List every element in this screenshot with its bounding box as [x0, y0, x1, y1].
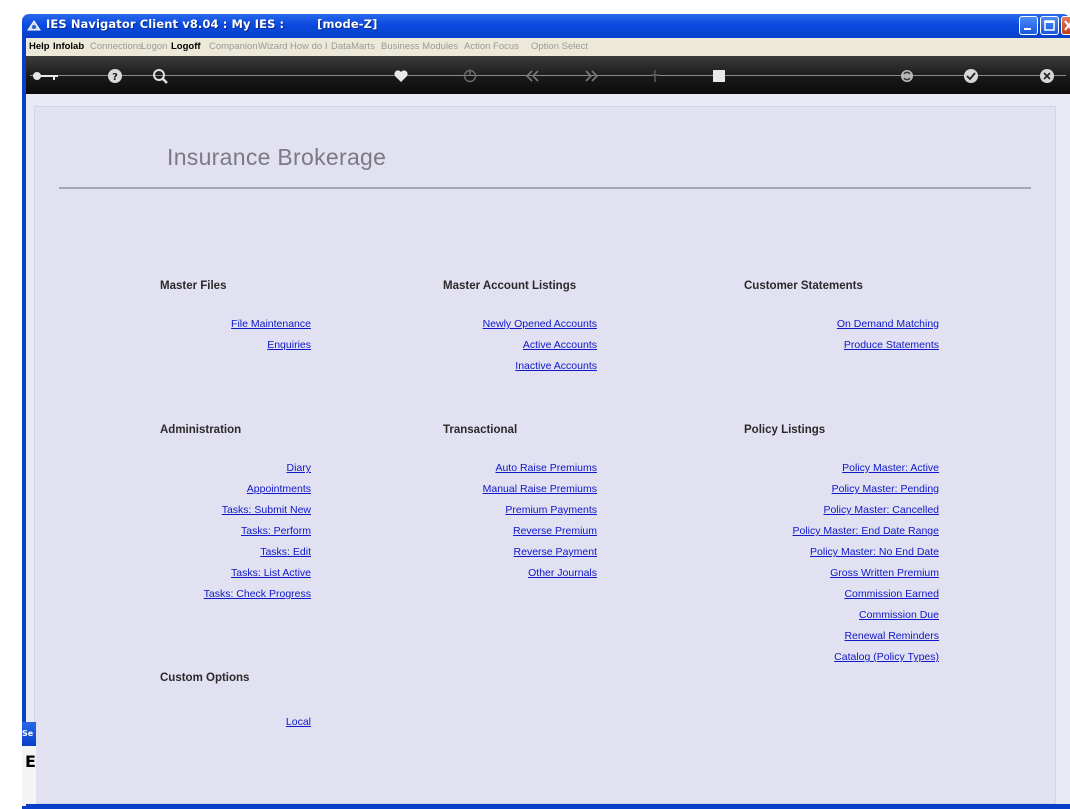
link-auto-raise-premiums[interactable]: Auto Raise Premiums [495, 462, 597, 474]
section-heading-master-files: Master Files [160, 280, 227, 292]
link-reverse-premium[interactable]: Reverse Premium [513, 525, 597, 537]
window-frame-bottom [26, 804, 1070, 809]
title-divider [59, 187, 1031, 189]
rewind-icon[interactable] [524, 67, 542, 85]
link-premium-payments[interactable]: Premium Payments [505, 504, 597, 516]
background-window-text: E [25, 752, 36, 771]
link-other-journals[interactable]: Other Journals [528, 567, 597, 579]
stop-icon[interactable] [710, 67, 728, 85]
close-window-button[interactable] [1061, 16, 1070, 35]
link-policy-master-pending[interactable]: Policy Master: Pending [832, 483, 939, 495]
menu-item-companion[interactable]: Companion [209, 41, 258, 52]
link-commission-earned[interactable]: Commission Earned [844, 588, 939, 600]
link-diary[interactable]: Diary [286, 462, 311, 474]
link-tasks-list-active[interactable]: Tasks: List Active [231, 567, 311, 579]
menu-item-how-do-i[interactable]: How do I [290, 41, 328, 52]
menu-item-option-select[interactable]: Option Select [531, 41, 588, 52]
link-active-accounts[interactable]: Active Accounts [523, 339, 597, 351]
link-commission-due[interactable]: Commission Due [859, 609, 939, 621]
heart-icon[interactable] [392, 67, 410, 85]
section-heading-custom-options: Custom Options [160, 672, 250, 684]
window-title: IES Navigator Client v8.04 : My IES : [m… [46, 17, 378, 31]
app-window: IES Navigator Client v8.04 : My IES : [m… [0, 0, 1070, 809]
link-manual-raise-premiums[interactable]: Manual Raise Premiums [483, 483, 597, 495]
toolbar: ? [26, 56, 1070, 94]
section-heading-administration: Administration [160, 424, 242, 436]
link-on-demand-matching[interactable]: On Demand Matching [837, 318, 939, 330]
link-appointments[interactable]: Appointments [247, 483, 311, 495]
menu-item-help[interactable]: Help [29, 41, 50, 52]
link-catalog-policy-types[interactable]: Catalog (Policy Types) [834, 651, 939, 663]
link-policy-master-no-end-date[interactable]: Policy Master: No End Date [810, 546, 939, 558]
link-tasks-perform[interactable]: Tasks: Perform [241, 525, 311, 537]
svg-text:?: ? [112, 72, 118, 83]
forward-icon[interactable] [582, 67, 600, 85]
tree-icon[interactable] [646, 67, 664, 85]
link-inactive-accounts[interactable]: Inactive Accounts [515, 360, 597, 372]
link-file-maintenance[interactable]: File Maintenance [231, 318, 311, 330]
maximize-button[interactable] [1040, 16, 1059, 35]
app-logo-icon [26, 18, 42, 34]
menu-item-infolab[interactable]: Infolab [53, 41, 84, 52]
link-tasks-edit[interactable]: Tasks: Edit [260, 546, 311, 558]
menu-item-wizard[interactable]: Wizard [258, 41, 288, 52]
menu-item-logoff[interactable]: Logoff [171, 41, 201, 52]
background-window-caption: Se [22, 722, 36, 746]
menu-item-connections[interactable]: Connections [90, 41, 143, 52]
recycle-icon[interactable] [898, 67, 916, 85]
section-heading-master-account-listings: Master Account Listings [443, 280, 577, 292]
close-icon[interactable] [1038, 67, 1056, 85]
main-panel: Insurance Brokerage Master Files File Ma… [34, 106, 1056, 804]
menu-item-action-focus[interactable]: Action Focus [464, 41, 519, 52]
link-tasks-check-progress[interactable]: Tasks: Check Progress [204, 588, 311, 600]
section-heading-customer-statements: Customer Statements [744, 280, 863, 292]
content-area: Insurance Brokerage Master Files File Ma… [26, 94, 1070, 809]
menu-item-datamarts[interactable]: DataMarts [331, 41, 375, 52]
menu-bar: Help Infolab Connections Logon Logoff Co… [26, 38, 1070, 57]
link-local[interactable]: Local [286, 716, 311, 728]
link-produce-statements[interactable]: Produce Statements [844, 339, 939, 351]
help-icon[interactable]: ? [106, 67, 124, 85]
title-bar[interactable]: IES Navigator Client v8.04 : My IES : [m… [22, 14, 1070, 38]
check-icon[interactable] [962, 67, 980, 85]
minimize-button[interactable] [1019, 16, 1038, 35]
link-renewal-reminders[interactable]: Renewal Reminders [844, 630, 939, 642]
section-heading-policy-listings: Policy Listings [744, 424, 826, 436]
key-icon[interactable] [32, 67, 60, 85]
menu-item-logon[interactable]: Logon [141, 41, 167, 52]
link-enquiries[interactable]: Enquiries [267, 339, 311, 351]
menu-item-business-modules[interactable]: Business Modules [381, 41, 458, 52]
link-gross-written-premium[interactable]: Gross Written Premium [830, 567, 939, 579]
link-reverse-payment[interactable]: Reverse Payment [514, 546, 597, 558]
link-tasks-submit-new[interactable]: Tasks: Submit New [222, 504, 311, 516]
section-heading-transactional: Transactional [443, 424, 518, 436]
link-policy-master-active[interactable]: Policy Master: Active [842, 462, 939, 474]
power-icon[interactable] [461, 67, 479, 85]
search-icon[interactable] [151, 67, 169, 85]
background-window-fragment[interactable]: Se E [22, 722, 36, 806]
page-title: Insurance Brokerage [167, 144, 387, 170]
link-policy-master-cancelled[interactable]: Policy Master: Cancelled [823, 504, 939, 516]
link-newly-opened-accounts[interactable]: Newly Opened Accounts [483, 318, 597, 330]
link-policy-master-end-date-range[interactable]: Policy Master: End Date Range [793, 525, 940, 537]
